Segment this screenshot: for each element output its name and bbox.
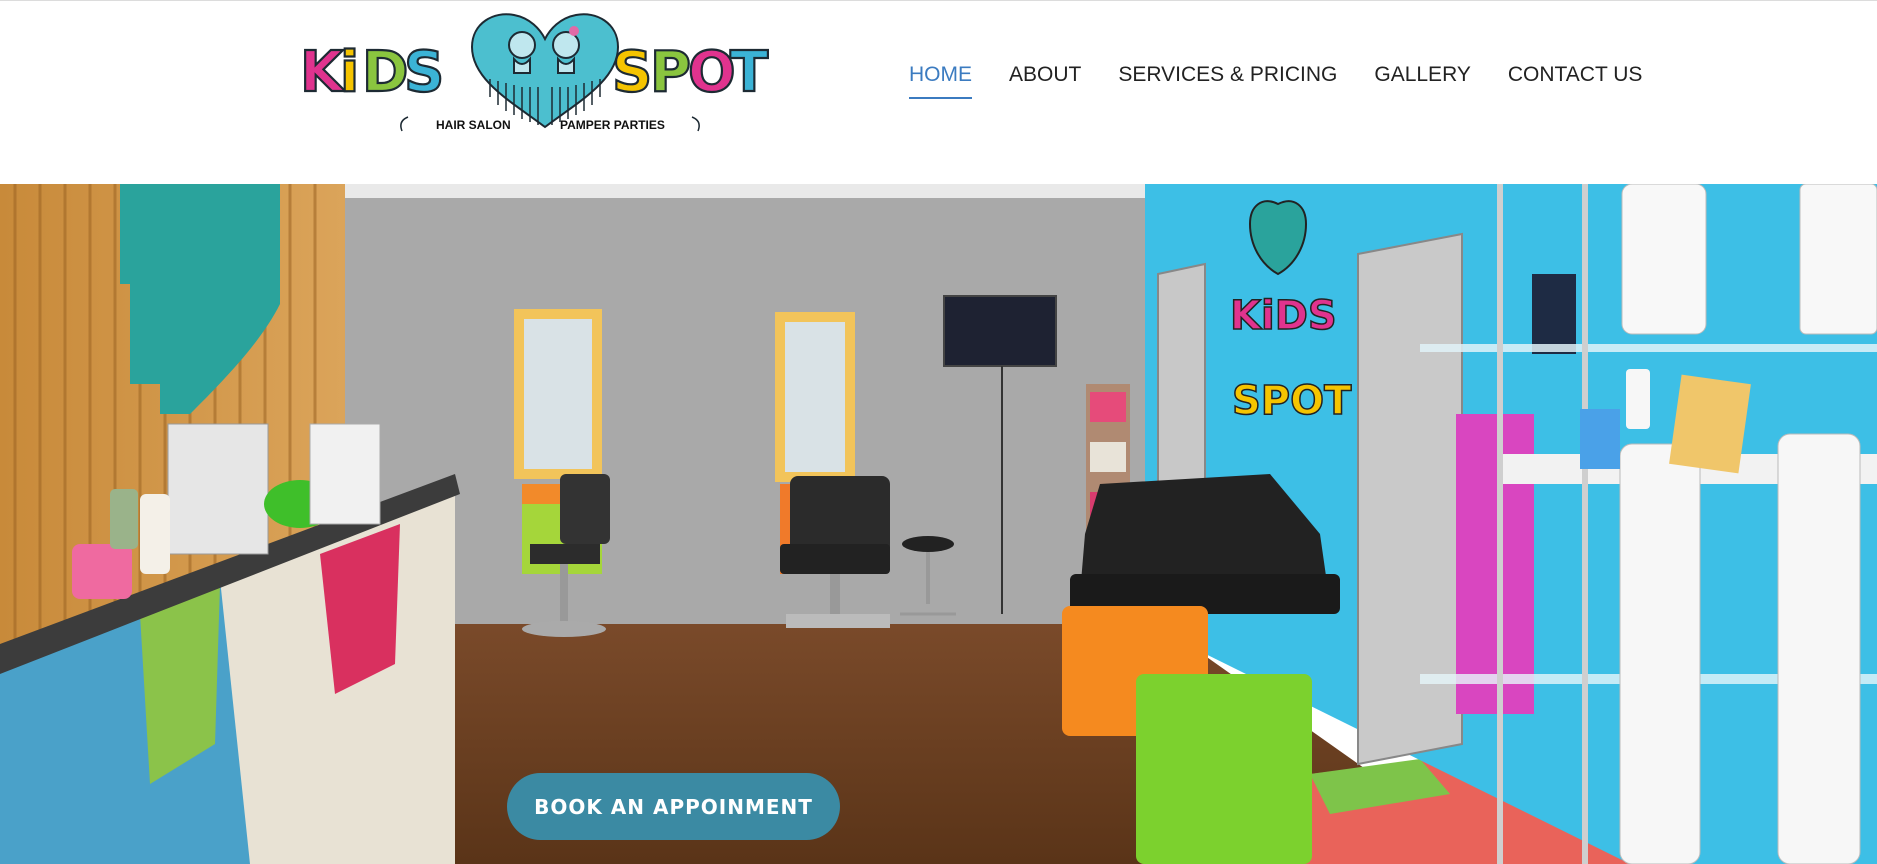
wall-sign-kids: KiDS [1230,293,1337,339]
kids-spot-logo-icon: K i D S S P O T HAIR SALON PAMPER PARTIE… [300,13,769,132]
nav-item-services-pricing[interactable]: SERVICES & PRICING [1118,63,1337,99]
hero-banner: KiDS SPOT BOOK AN APPOINMENT [0,184,1877,864]
nav-item-about[interactable]: ABOUT [1009,63,1081,99]
salon-interior-photo: KiDS SPOT [0,184,1877,864]
svg-text:PAMPER PARTIES: PAMPER PARTIES [560,118,665,132]
site-logo[interactable]: K i D S S P O T HAIR SALON PAMPER PARTIE… [300,9,790,137]
book-appointment-button[interactable]: BOOK AN APPOINMENT [507,773,840,840]
nav-item-gallery[interactable]: GALLERY [1374,63,1471,99]
svg-text:P: P [650,40,691,105]
svg-text:S: S [612,40,652,105]
svg-text:S: S [404,40,444,105]
svg-text:O: O [688,40,736,105]
wall-sign-spot: SPOT [1232,378,1352,424]
svg-text:i: i [340,40,359,105]
svg-text:HAIR SALON: HAIR SALON [436,118,511,132]
site-header: K i D S S P O T HAIR SALON PAMPER PARTIE… [0,0,1877,184]
nav-item-home[interactable]: HOME [909,63,972,99]
svg-text:T: T [730,40,768,105]
svg-text:D: D [362,40,408,105]
main-nav: HOME ABOUT SERVICES & PRICING GALLERY CO… [909,63,1642,99]
nav-item-contact-us[interactable]: CONTACT US [1508,63,1643,99]
